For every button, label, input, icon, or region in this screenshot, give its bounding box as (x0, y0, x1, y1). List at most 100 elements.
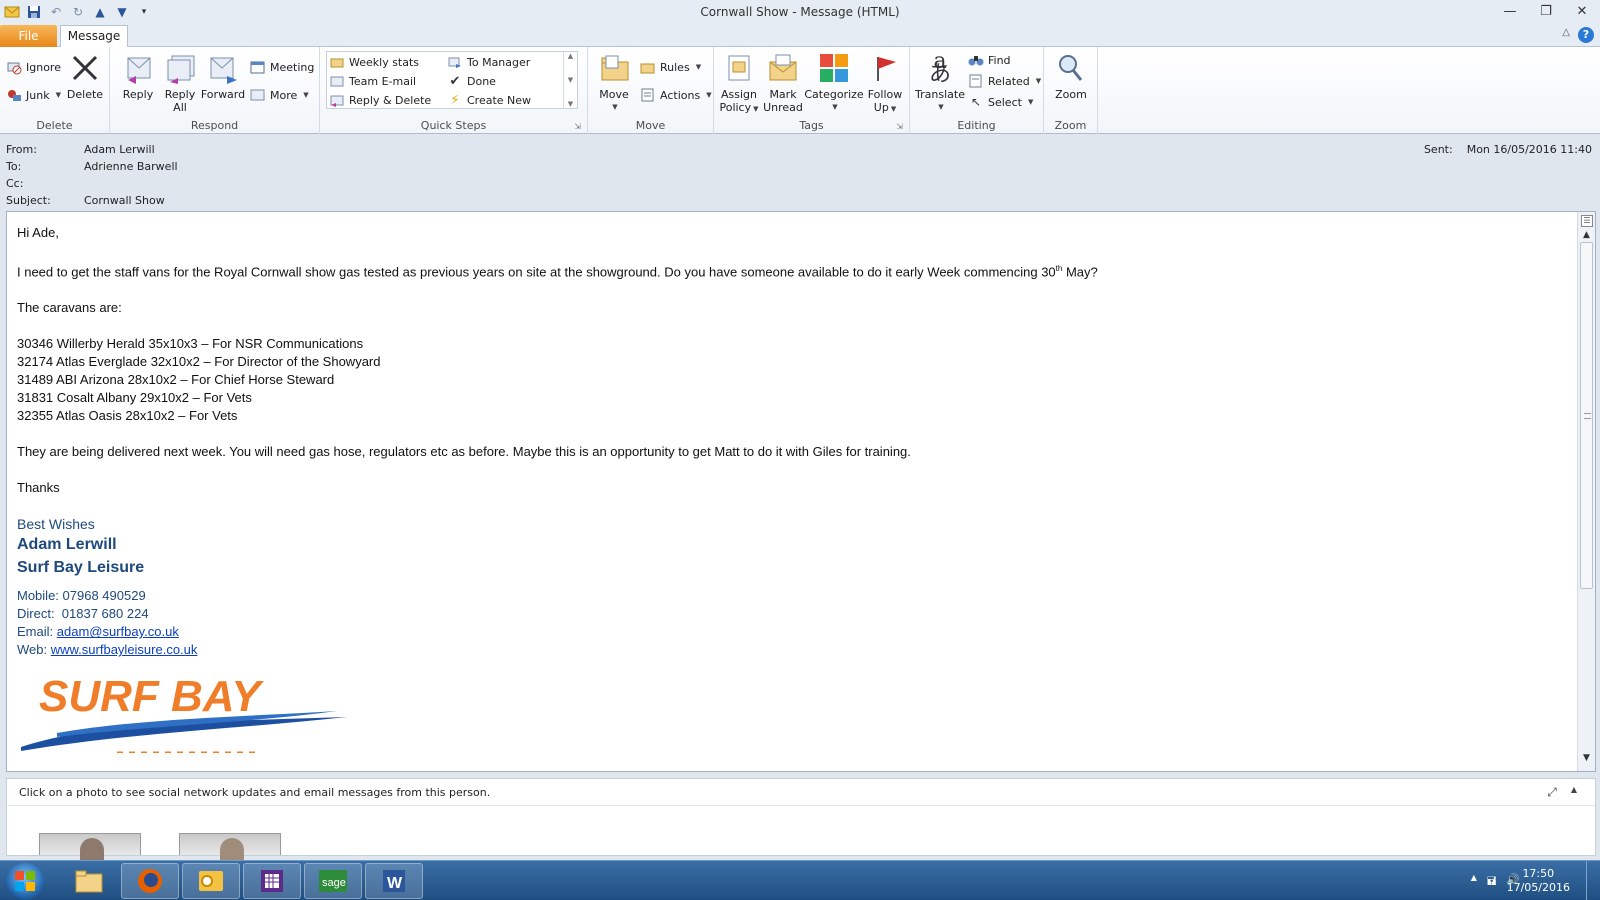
save-icon[interactable] (26, 4, 42, 20)
collapse-ribbon-icon[interactable]: △ (1562, 27, 1570, 43)
reply-delete-icon (329, 92, 345, 108)
body-scrollbar[interactable]: ☰ ▲ ▼ (1577, 212, 1595, 771)
zoom-button[interactable]: Zoom (1050, 50, 1092, 101)
actions-button[interactable]: Actions ▼ (640, 86, 712, 104)
taskbar-calendar-app[interactable] (243, 863, 301, 899)
show-desktop-button[interactable] (1586, 861, 1600, 900)
delete-button[interactable]: Delete (64, 50, 106, 101)
meeting-button[interactable]: Meeting (250, 58, 314, 76)
message-header: From: Adam Lerwill To: Adrienne Barwell … (0, 135, 1600, 211)
customize-qat-icon[interactable]: ▾ (136, 4, 152, 20)
subject-row: Subject: Cornwall Show (6, 194, 165, 210)
taskbar-word[interactable]: W (365, 863, 423, 899)
windows-taskbar: sage W ▲ 🖬 🔊 17:50 17/05/2016 (0, 860, 1600, 900)
minimize-button[interactable]: — (1492, 0, 1528, 22)
quickstep-create-new[interactable]: ⚡ Create New (447, 91, 531, 109)
to-row: To: Adrienne Barwell (6, 160, 178, 176)
folder-move-icon (329, 54, 345, 70)
quickstep-to-manager[interactable]: To Manager (447, 53, 530, 71)
mark-unread-button[interactable]: Mark Unread (762, 50, 804, 114)
reply-all-icon (163, 50, 197, 86)
follow-up-button[interactable]: Follow Up ▼ (864, 50, 906, 116)
previous-item-icon[interactable]: ▲ (92, 4, 108, 20)
restore-button[interactable]: ❐ (1528, 0, 1564, 22)
scroll-up-icon[interactable]: ▲ (568, 52, 573, 60)
svg-text:W: W (387, 875, 403, 892)
from-value[interactable]: Adam Lerwill (84, 143, 155, 159)
folder-icon (75, 870, 103, 893)
taskbar-firefox[interactable] (121, 863, 179, 899)
expand-people-pane-icon[interactable]: ⤢ (1547, 785, 1557, 800)
signature-mobile: Mobile: 07968 490529 (17, 588, 146, 604)
expand-gallery-icon[interactable]: ▼ (568, 100, 573, 108)
show-hidden-icons[interactable]: ▲ (1471, 873, 1477, 892)
caravans-intro: The caravans are: (17, 300, 122, 316)
move-folder-icon (597, 50, 631, 86)
quick-steps-scroll[interactable]: ▲ ▼ ▼ (563, 52, 577, 108)
categorize-button[interactable]: Categorize ▼ (804, 50, 864, 114)
scroll-down-icon[interactable]: ▼ (568, 76, 573, 84)
more-respond-button[interactable]: More ▼ (250, 86, 309, 104)
sage-icon: sage (319, 870, 347, 892)
redo-icon[interactable]: ↻ (70, 4, 86, 20)
start-button[interactable] (6, 863, 44, 899)
outlook-app-icon[interactable] (4, 4, 20, 20)
quickstep-done[interactable]: ✔ Done (447, 72, 496, 90)
contact-photo-recipient[interactable] (179, 833, 281, 860)
translate-button[interactable]: aあ Translate ▼ (914, 50, 966, 114)
undo-icon[interactable]: ↶ (48, 4, 64, 20)
dialog-launcher-icon[interactable]: ⇲ (574, 122, 581, 131)
signature-email: Email: adam@surfbay.co.uk (17, 624, 179, 640)
quickstep-weekly-stats[interactable]: Weekly stats (329, 53, 419, 71)
select-button[interactable]: ↖ Select ▼ (968, 93, 1033, 111)
to-value[interactable]: Adrienne Barwell (84, 160, 178, 176)
people-pane-text: Click on a photo to see social network u… (19, 786, 491, 799)
reply-button[interactable]: Reply (118, 50, 158, 101)
surf-bay-logo: SURF BAY (17, 667, 1567, 758)
scroll-down-arrow-icon[interactable]: ▼ (1578, 753, 1595, 769)
view-icon[interactable]: ☰ (1581, 215, 1593, 227)
people-pane-scroll-up-icon[interactable]: ▲ (1571, 785, 1577, 800)
taskbar-clock[interactable]: 17:50 17/05/2016 (1507, 867, 1570, 895)
ignore-button[interactable]: Ignore (6, 58, 61, 76)
ignore-icon (6, 59, 22, 75)
email-link[interactable]: adam@surfbay.co.uk (57, 624, 179, 639)
caravan-line: 31489 ABI Arizona 28x10x2 – For Chief Ho… (17, 372, 335, 388)
paragraph-request: I need to get the staff vans for the Roy… (17, 264, 1098, 280)
assign-policy-icon (722, 50, 756, 86)
taskbar-explorer[interactable] (60, 863, 118, 899)
close-button[interactable]: ✕ (1564, 0, 1600, 22)
forward-button[interactable]: Forward (200, 50, 246, 101)
tab-file[interactable]: File (0, 25, 57, 47)
message-body-pane[interactable]: Hi Ade, I need to get the staff vans for… (6, 211, 1596, 772)
tags-dialog-launcher-icon[interactable]: ⇲ (896, 122, 903, 131)
lightning-icon: ⚡ (450, 92, 460, 108)
reply-all-button[interactable]: Reply All (160, 50, 200, 114)
group-zoom: Zoom Zoom (1044, 47, 1098, 134)
title-bar: ↶ ↻ ▲ ▼ ▾ Cornwall Show - Message (HTML)… (0, 0, 1600, 24)
assign-policy-button[interactable]: Assign Policy ▼ (718, 50, 760, 116)
junk-button[interactable]: Junk ▼ (6, 86, 61, 104)
contact-photo-sender[interactable] (39, 833, 141, 860)
grid-app-icon (261, 870, 283, 892)
tab-message[interactable]: Message (60, 25, 128, 48)
quick-access-toolbar: ↶ ↻ ▲ ▼ ▾ (0, 0, 152, 24)
help-icon[interactable]: ? (1578, 27, 1594, 43)
related-button[interactable]: Related ▼ (968, 72, 1041, 90)
group-delete: Ignore Junk ▼ Delete Delete (0, 47, 110, 134)
taskbar-outlook[interactable] (182, 863, 240, 899)
rules-button[interactable]: Rules ▼ (640, 58, 701, 76)
quickstep-team-email[interactable]: Team E-mail (329, 72, 416, 90)
group-editing: aあ Translate ▼ Find Related ▼ ↖ Select ▼ E… (910, 47, 1044, 134)
taskbar-sage[interactable]: sage (304, 863, 362, 899)
move-button[interactable]: Move ▼ (594, 50, 634, 114)
quickstep-reply-delete[interactable]: Reply & Delete (329, 91, 431, 109)
find-button[interactable]: Find (968, 51, 1011, 69)
signature-web: Web: www.surfbayleisure.co.uk (17, 642, 198, 658)
from-row: From: Adam Lerwill (6, 143, 155, 159)
scroll-thumb[interactable] (1580, 242, 1593, 589)
network-icon[interactable]: 🖬 (1487, 873, 1496, 892)
group-label-editing: Editing (957, 119, 996, 132)
next-item-icon[interactable]: ▼ (114, 4, 130, 20)
web-link[interactable]: www.surfbayleisure.co.uk (51, 642, 198, 657)
